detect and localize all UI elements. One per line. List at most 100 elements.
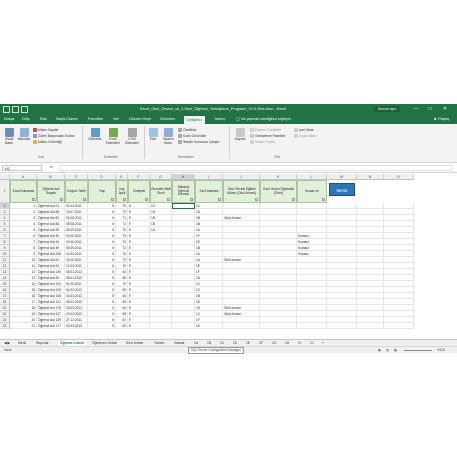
filter-dropdown-icon[interactable] bbox=[167, 198, 170, 201]
filter-dropdown-icon[interactable] bbox=[218, 198, 221, 201]
undo-icon[interactable] bbox=[12, 106, 19, 113]
minimize-button[interactable]: — bbox=[410, 106, 422, 113]
formula-input[interactable] bbox=[60, 165, 452, 171]
row-header-1[interactable]: 1 bbox=[0, 180, 10, 203]
column-title-cell[interactable]: Okul Öncesi Eğitimi Aldımı (Okul öncesi) bbox=[223, 180, 260, 203]
column-title-cell[interactable]: Öğrenci Adı Soyadı bbox=[37, 180, 65, 203]
run-dialog-button[interactable]: İletişim Kutusunu Çalıştır bbox=[178, 140, 219, 145]
tab-veri[interactable]: Veri bbox=[113, 117, 119, 121]
column-title-cell[interactable]: Kaç Aylık bbox=[116, 180, 128, 203]
save-icon[interactable] bbox=[3, 106, 10, 113]
record-macro-button[interactable]: Makro Kaydet bbox=[33, 128, 58, 133]
column-title-cell[interactable]: Sabahçı Öğrenci Durumu bbox=[172, 180, 195, 203]
insert-control-button[interactable]: Ekle bbox=[147, 128, 159, 142]
tab-ekle[interactable]: Ekle bbox=[40, 117, 47, 121]
fx-icon[interactable]: fx bbox=[50, 165, 53, 169]
zoom-level[interactable]: %100 bbox=[437, 347, 445, 353]
tab-gelistirici[interactable]: Geliştirici bbox=[184, 116, 205, 124]
column-title-cell[interactable]: Cinsiyeti bbox=[128, 180, 150, 203]
sign-in-button[interactable]: Oturum açın bbox=[374, 106, 400, 112]
tab-gozden-gecir[interactable]: Gözden Geçir bbox=[129, 117, 151, 121]
table-cell[interactable] bbox=[223, 323, 260, 329]
table-cell[interactable]: E bbox=[128, 323, 150, 329]
table-cell[interactable] bbox=[150, 323, 172, 329]
map-properties-button[interactable]: Eşleme Özellikleri bbox=[250, 128, 281, 133]
row-header-22[interactable]: 22 bbox=[0, 323, 10, 329]
filter-dropdown-icon[interactable] bbox=[190, 198, 193, 201]
view-code-icon bbox=[178, 134, 182, 139]
macro-security-button[interactable]: Makro Güvenliği bbox=[33, 140, 62, 145]
column-header-m[interactable]: M bbox=[327, 174, 357, 180]
column-title-cell[interactable]: Yaşı bbox=[88, 180, 116, 203]
design-mode-button[interactable]: Tasarım Modu bbox=[160, 128, 176, 145]
table-cell[interactable] bbox=[384, 323, 414, 329]
column-title-cell[interactable]: Doğum Tarihi bbox=[65, 180, 88, 203]
tab-giris[interactable]: Giriş bbox=[22, 117, 29, 121]
filter-dropdown-icon[interactable] bbox=[145, 198, 148, 201]
refresh-data-button[interactable]: Verileri Yenile bbox=[250, 140, 275, 145]
column-title-text: Kaç Aylık bbox=[118, 186, 126, 195]
table-cell[interactable]: 03.03.2012 bbox=[65, 323, 88, 329]
tell-me-search[interactable]: ◯ Ne yapmak istediğinizi söyleyin bbox=[236, 117, 291, 121]
addins-button[interactable]: Eklentiler bbox=[86, 128, 104, 142]
table-cell[interactable] bbox=[172, 323, 195, 329]
filter-dropdown-icon[interactable] bbox=[255, 198, 258, 201]
status-tooltip: SQL Server Configuration Manager bbox=[188, 347, 244, 354]
import-button[interactable]: İçeri Aktar bbox=[294, 128, 314, 133]
column-title-cell[interactable]: Sınıf Ataması bbox=[195, 180, 223, 203]
table-cell[interactable]: 21 bbox=[10, 323, 37, 329]
column-header-n[interactable]: N bbox=[357, 174, 384, 180]
column-title-cell[interactable]: Özür Grubu Öğrencisi (Özür) bbox=[260, 180, 297, 203]
table-cell[interactable]: 1E bbox=[195, 323, 223, 329]
com-addins-button[interactable]: COM Eklentileri bbox=[122, 128, 142, 145]
table-cell[interactable] bbox=[357, 323, 384, 329]
normal-view-icon[interactable]: ▣ bbox=[378, 347, 381, 353]
column-title-cell[interactable]: Kurası mı bbox=[297, 180, 327, 203]
spreadsheet-grid[interactable]: A B C D E F G H I J K L M N O 1 Kura Numarası Öğrenci Adı… bbox=[0, 174, 457, 339]
table-cell[interactable]: 5 bbox=[88, 323, 116, 329]
maximize-button[interactable]: □ bbox=[424, 106, 436, 113]
visual-basic-button[interactable]: Visual Basic bbox=[2, 128, 16, 145]
table-cell[interactable] bbox=[297, 323, 327, 329]
close-button[interactable]: ✕ bbox=[439, 106, 451, 113]
column-title-cell[interactable]: Kura Numarası bbox=[10, 180, 37, 203]
excel-addins-button[interactable]: Excel Eklentileri bbox=[104, 128, 122, 145]
design-mode-icon bbox=[163, 128, 173, 137]
view-code-button[interactable]: Kodu Görüntüle bbox=[178, 134, 206, 139]
filter-dropdown-icon[interactable] bbox=[60, 198, 63, 201]
table-cell[interactable] bbox=[260, 323, 297, 329]
filter-dropdown-icon[interactable] bbox=[32, 198, 35, 201]
menu-button[interactable]: Menü bbox=[329, 183, 355, 196]
group-xml-label: XML bbox=[274, 155, 281, 159]
name-box[interactable]: H2 bbox=[2, 165, 42, 171]
properties-button[interactable]: Özellikler bbox=[178, 128, 197, 133]
zoom-slider[interactable] bbox=[404, 349, 432, 351]
page-break-icon[interactable]: ▦ bbox=[394, 347, 397, 353]
tab-dosya[interactable]: Dosya bbox=[4, 117, 14, 121]
tab-formuller[interactable]: Formüller bbox=[88, 117, 103, 121]
filter-dropdown-icon[interactable] bbox=[111, 198, 114, 201]
filter-dropdown-icon[interactable] bbox=[83, 198, 86, 201]
column-title-cell[interactable]: Önceden Belli Sınıfı bbox=[150, 180, 172, 203]
xml-source-button[interactable]: Kaynak bbox=[232, 128, 248, 142]
expansion-packs-button[interactable]: Genişletme Paketleri bbox=[250, 134, 285, 139]
table-cell[interactable] bbox=[327, 323, 357, 329]
export-button[interactable]: Dışarı Aktar bbox=[294, 134, 316, 139]
filter-dropdown-icon[interactable] bbox=[322, 198, 325, 201]
table-cell[interactable]: Öğrenci Adı 177 bbox=[37, 323, 65, 329]
page-layout-icon[interactable]: ▤ bbox=[386, 347, 389, 353]
macros-button[interactable]: Makrolar bbox=[17, 128, 31, 142]
tab-gorunum[interactable]: Görünüm bbox=[160, 117, 175, 121]
column-header-o[interactable]: O bbox=[384, 174, 414, 180]
filter-dropdown-icon[interactable] bbox=[123, 198, 126, 201]
tab-sayfa-duzeni[interactable]: Sayfa Düzeni bbox=[56, 117, 77, 121]
relative-refs-icon bbox=[33, 134, 37, 139]
relative-refs-button[interactable]: Göreli Başvuruları Kullan bbox=[33, 134, 74, 139]
title-bar: Excel_Okul_Öncesi_ve_1.Sınıf_Öğrenci_Yer… bbox=[0, 104, 457, 115]
filter-dropdown-icon[interactable] bbox=[292, 198, 295, 201]
redo-icon[interactable] bbox=[21, 106, 28, 113]
column-title-text: Sınıf Ataması bbox=[199, 188, 219, 193]
table-cell[interactable]: 64 bbox=[116, 323, 128, 329]
tab-yardim[interactable]: Yardım bbox=[214, 117, 225, 121]
share-button[interactable]: ☻ Paylaş bbox=[433, 117, 449, 121]
